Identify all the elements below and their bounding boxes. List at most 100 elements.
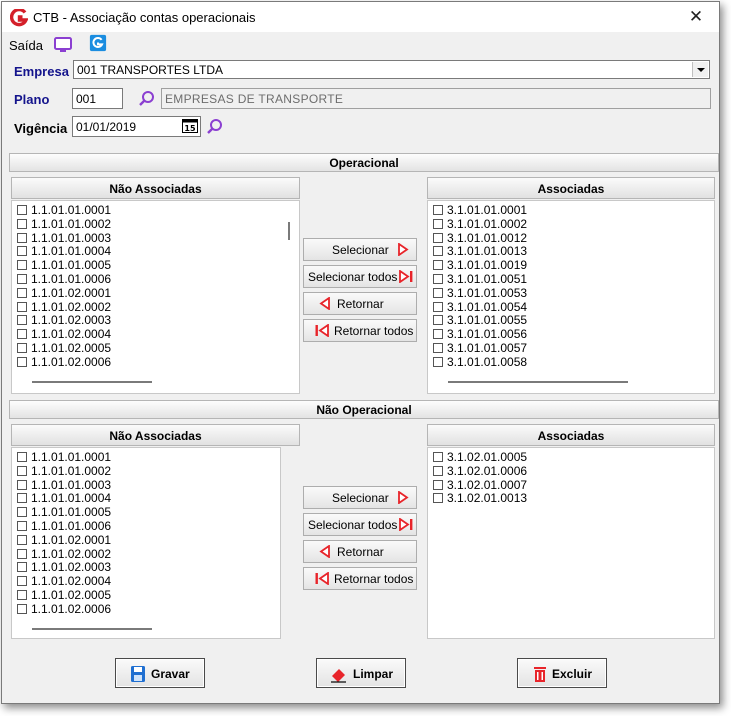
list-item[interactable]: 1.1.01.02.0001 <box>12 533 280 548</box>
nao-operacional-selecionar-todos-button[interactable]: Selecionar todos <box>303 513 417 536</box>
checkbox[interactable] <box>433 218 443 229</box>
checkbox[interactable] <box>17 507 27 518</box>
app-shortcut-icon[interactable] <box>88 34 108 52</box>
list-item[interactable]: 3.1.01.01.0056 <box>428 327 714 342</box>
checkbox[interactable] <box>17 548 27 559</box>
list-item[interactable]: 3.1.01.01.0002 <box>428 217 714 232</box>
checkbox[interactable] <box>17 260 27 271</box>
checkbox[interactable] <box>17 205 27 215</box>
checkbox[interactable] <box>17 273 27 284</box>
close-button[interactable]: ✕ <box>673 2 719 32</box>
scrollbar-horizontal[interactable] <box>32 628 152 630</box>
checkbox[interactable] <box>17 246 27 257</box>
list-item[interactable]: 3.1.01.01.0012 <box>428 231 714 246</box>
empresa-select[interactable]: 001 TRANSPORTES LTDA <box>73 60 710 79</box>
list-item[interactable]: 3.1.01.01.0001 <box>428 203 714 218</box>
list-item[interactable]: 3.1.01.01.0013 <box>428 244 714 259</box>
list-item[interactable]: 3.1.01.01.0055 <box>428 313 714 328</box>
list-item[interactable]: 1.1.01.01.0004 <box>12 491 280 506</box>
checkbox[interactable] <box>433 465 443 476</box>
scrollbar-vertical[interactable] <box>288 222 290 240</box>
list-item[interactable]: 1.1.01.02.0002 <box>12 300 299 315</box>
checkbox[interactable] <box>433 493 443 504</box>
checkbox[interactable] <box>17 329 27 340</box>
checkbox[interactable] <box>433 232 443 243</box>
list-item[interactable]: 3.1.01.01.0057 <box>428 341 714 356</box>
list-item[interactable]: 3.1.01.01.0054 <box>428 300 714 315</box>
checkbox[interactable] <box>433 342 443 353</box>
checkbox[interactable] <box>433 273 443 284</box>
plano-code-field[interactable]: 001 <box>72 88 123 109</box>
list-item[interactable]: 1.1.01.02.0003 <box>12 560 280 575</box>
calendar-icon[interactable]: 15 <box>182 119 198 133</box>
checkbox[interactable] <box>17 576 27 587</box>
scrollbar-horizontal[interactable] <box>32 381 152 383</box>
vigencia-date-field[interactable]: 01/01/2019 15 <box>72 116 201 137</box>
checkbox[interactable] <box>17 218 27 229</box>
list-item[interactable]: 3.1.01.01.0051 <box>428 272 714 287</box>
checkbox[interactable] <box>17 493 27 504</box>
checkbox[interactable] <box>17 562 27 573</box>
checkbox[interactable] <box>433 246 443 257</box>
list-item[interactable]: 3.1.01.01.0019 <box>428 258 714 273</box>
saida-label[interactable]: Saída <box>9 38 43 53</box>
limpar-button[interactable]: Limpar <box>316 658 406 688</box>
operacional-nao-associadas-list[interactable]: 1.1.01.01.0001 1.1.01.01.0002 1.1.01.01.00… <box>11 200 300 394</box>
checkbox[interactable] <box>17 301 27 312</box>
checkbox[interactable] <box>17 356 27 367</box>
list-item[interactable]: 1.1.01.01.0002 <box>12 217 299 232</box>
checkbox[interactable] <box>433 205 443 215</box>
list-item[interactable]: 1.1.01.01.0004 <box>12 244 299 259</box>
list-item[interactable]: 1.1.01.02.0004 <box>12 574 280 589</box>
nao-operacional-retornar-todos-button[interactable]: Retornar todos <box>303 567 417 590</box>
list-item[interactable]: 1.1.01.02.0005 <box>12 341 299 356</box>
list-item[interactable]: 1.1.01.01.0003 <box>12 231 299 246</box>
checkbox[interactable] <box>17 479 27 490</box>
checkbox[interactable] <box>17 603 27 614</box>
list-item[interactable]: 1.1.01.02.0004 <box>12 327 299 342</box>
operacional-retornar-button[interactable]: Retornar <box>303 292 417 315</box>
checkbox[interactable] <box>433 479 443 490</box>
checkbox[interactable] <box>433 260 443 271</box>
list-item[interactable]: 1.1.01.01.0003 <box>12 478 280 493</box>
operacional-associadas-list[interactable]: 3.1.01.01.0001 3.1.01.01.0002 3.1.01.01.00… <box>427 200 715 394</box>
list-item[interactable]: 3.1.02.01.0007 <box>428 478 714 493</box>
list-item[interactable]: 1.1.01.02.0001 <box>12 286 299 301</box>
monitor-icon[interactable] <box>53 36 73 54</box>
list-item[interactable]: 3.1.01.01.0053 <box>428 286 714 301</box>
checkbox[interactable] <box>17 520 27 531</box>
checkbox[interactable] <box>433 356 443 367</box>
list-item[interactable]: 3.1.02.01.0005 <box>428 450 714 465</box>
list-item[interactable]: 1.1.01.02.0005 <box>12 588 280 603</box>
chevron-down-icon[interactable] <box>692 62 708 77</box>
checkbox[interactable] <box>17 342 27 353</box>
checkbox[interactable] <box>17 232 27 243</box>
operacional-retornar-todos-button[interactable]: Retornar todos <box>303 319 417 342</box>
checkbox[interactable] <box>433 329 443 340</box>
operacional-selecionar-todos-button[interactable]: Selecionar todos <box>303 265 417 288</box>
list-item[interactable]: 1.1.01.01.0001 <box>12 450 280 465</box>
operacional-selecionar-button[interactable]: Selecionar <box>303 238 417 261</box>
checkbox[interactable] <box>17 452 27 462</box>
list-item[interactable]: 1.1.01.02.0006 <box>12 355 299 370</box>
list-item[interactable]: 1.1.01.01.0006 <box>12 272 299 287</box>
nao-operacional-selecionar-button[interactable]: Selecionar <box>303 486 417 509</box>
list-item[interactable]: 1.1.01.01.0005 <box>12 258 299 273</box>
checkbox[interactable] <box>433 452 443 462</box>
list-item[interactable]: 1.1.01.01.0005 <box>12 505 280 520</box>
list-item[interactable]: 3.1.02.01.0006 <box>428 464 714 479</box>
nao-operacional-associadas-list[interactable]: 3.1.02.01.0005 3.1.02.01.0006 3.1.02.01.00… <box>427 447 715 639</box>
list-item[interactable]: 3.1.01.01.0058 <box>428 355 714 370</box>
checkbox[interactable] <box>433 287 443 298</box>
list-item[interactable]: 1.1.01.01.0006 <box>12 519 280 534</box>
checkbox[interactable] <box>17 465 27 476</box>
checkbox[interactable] <box>17 315 27 326</box>
list-item[interactable]: 1.1.01.02.0006 <box>12 602 280 617</box>
excluir-button[interactable]: Excluir <box>517 658 607 688</box>
search-icon[interactable] <box>206 118 224 136</box>
checkbox[interactable] <box>17 534 27 545</box>
checkbox[interactable] <box>17 589 27 600</box>
nao-operacional-nao-associadas-list[interactable]: 1.1.01.01.0001 1.1.01.01.0002 1.1.01.01.00… <box>11 447 281 639</box>
nao-operacional-retornar-button[interactable]: Retornar <box>303 540 417 563</box>
list-item[interactable]: 1.1.01.02.0002 <box>12 547 280 562</box>
